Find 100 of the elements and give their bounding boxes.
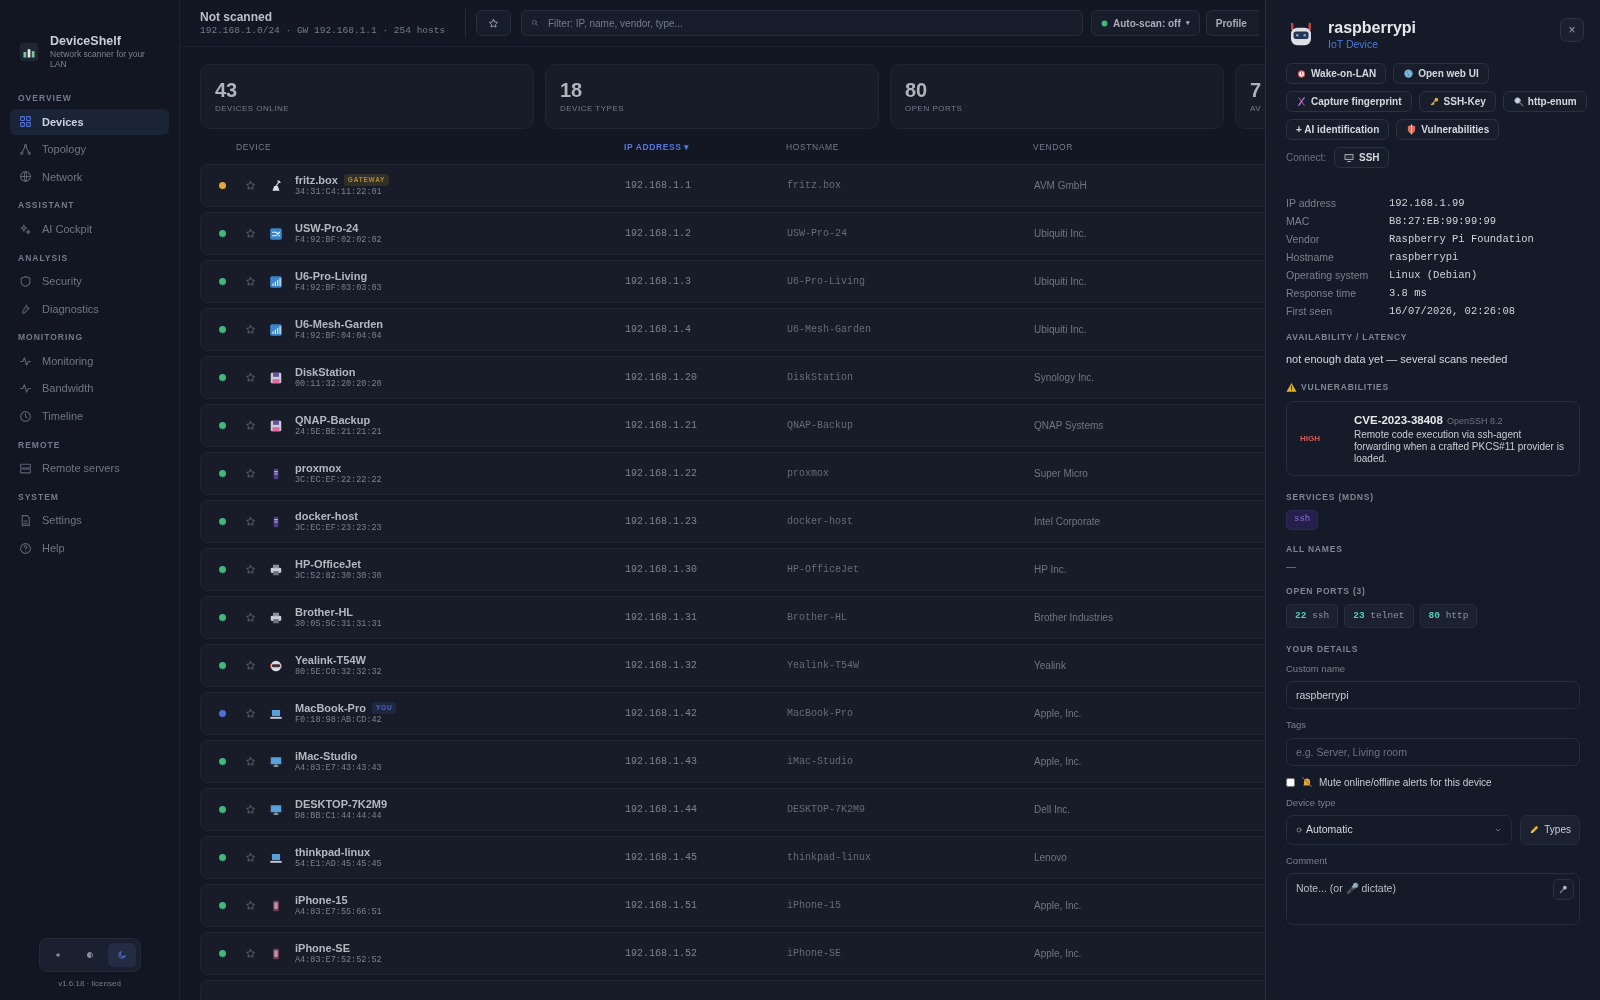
table-row[interactable]: U6-Pro-Living F4:92:BF:03:03:03 192.168.1.3 U6-Pro-Living Ubiquiti Inc.	[200, 260, 1265, 303]
close-button[interactable]: ×	[1560, 18, 1584, 42]
help-icon	[19, 541, 32, 555]
column-header[interactable]: HOSTNAME	[786, 140, 839, 154]
star-icon[interactable]	[245, 900, 256, 911]
star-icon[interactable]	[245, 756, 256, 767]
sidebar-item[interactable]: Remote servers	[10, 455, 169, 482]
star-icon[interactable]	[245, 420, 256, 431]
vendor: Ubiquiti Inc.	[1034, 275, 1088, 289]
star-icon[interactable]	[245, 852, 256, 863]
table-row[interactable]: thinkpad-linux 54:E1:AD:45:45:45 192.168.1.45 thinkpad-linux Lenovo	[200, 836, 1265, 879]
theme-button[interactable]	[107, 943, 136, 967]
input-field[interactable]: e.g. Server, Living room	[1286, 737, 1580, 766]
device-type-select[interactable]: Automatic	[1286, 814, 1513, 845]
table-row[interactable]: QNAP-Backup 24:5E:BE:21:21:21 192.168.1.21 QNAP-Backup QNAP Systems	[200, 404, 1265, 447]
profile-button[interactable]: Profile	[1205, 10, 1259, 36]
table-row[interactable]: iPhone-15 A4:83:E7:55:66:51 192.168.1.51 iPhone-15 Apple, Inc.	[200, 884, 1265, 927]
vendor: AVM GmbH	[1034, 179, 1088, 193]
action-button[interactable]: Open web UI	[1393, 63, 1489, 84]
device-name: thinkpad-linux	[295, 845, 371, 859]
star-icon[interactable]	[245, 612, 256, 623]
column-header[interactable]: DEVICE	[236, 140, 272, 154]
clock-icon	[19, 409, 32, 423]
hostname: QNAP-Backup	[787, 419, 854, 433]
mac-address: F4:92:BF:02:02:02	[295, 234, 383, 246]
detail-value: B8:27:EB:99:99:99	[1389, 214, 1498, 228]
star-icon[interactable]	[245, 516, 256, 527]
vendor: HP Inc.	[1034, 563, 1068, 577]
sidebar-item[interactable]: AI Cockpit	[10, 216, 169, 242]
table-row[interactable]: iMac-Studio A4:83:E7:43:43:43 192.168.1.43 iMac-Studio Apple, Inc.	[200, 740, 1265, 783]
action-button[interactable]: Capture fingerprint	[1286, 91, 1412, 112]
star-icon[interactable]	[245, 564, 256, 575]
detail-label: Response time	[1286, 286, 1358, 300]
comment-field[interactable]: Note... (or 🎤 dictate)	[1286, 873, 1580, 925]
sidebar-item[interactable]: Timeline	[10, 403, 169, 429]
action-button[interactable]: http-enum	[1502, 91, 1587, 112]
action-button[interactable]: Wake-on-LAN	[1286, 63, 1387, 84]
input-field[interactable]: raspberrypi	[1286, 681, 1580, 710]
table-row[interactable]: Yealink-T54W 80:5E:C0:32:32:32 192.168.1.32 Yealink-T54W Yealink	[200, 644, 1265, 687]
section-heading: ALL NAMES	[1286, 542, 1344, 556]
ip-address: 192.168.1.45	[625, 851, 698, 865]
star-icon[interactable]	[245, 708, 256, 719]
table-row[interactable]: USW-Pro-24 F4:92:BF:02:02:02 192.168.1.2 USW-Pro-24 Ubiquiti Inc.	[200, 212, 1265, 255]
field-label: Tags	[1286, 718, 1308, 733]
section-heading: OPEN PORTS (3)	[1286, 585, 1367, 598]
sidebar-item[interactable]: Diagnostics	[10, 295, 169, 322]
action-button[interactable]: + AI identification	[1286, 119, 1390, 140]
filter-field[interactable]: Filter: IP, name, vendor, type...	[521, 10, 1083, 36]
globe-icon	[19, 170, 32, 184]
sidebar-item[interactable]: Network	[10, 163, 169, 190]
table-row[interactable]: HP-OfficeJet 3C:52:82:30:30:30 192.168.1.30 HP-OfficeJet HP Inc.	[200, 548, 1265, 591]
mute-checkbox[interactable]	[1286, 777, 1295, 787]
detail-label: First seen	[1286, 304, 1334, 318]
table-row[interactable]: Brother-HL 30:05:5C:31:31:31 192.168.1.31 Brother-HL Brother Industries	[200, 596, 1265, 639]
types-button[interactable]: Types	[1520, 814, 1580, 845]
stat-label: DEVICES ONLINE	[215, 103, 290, 115]
column-header[interactable]: VENDOR	[1033, 140, 1073, 154]
sidebar-item[interactable]: Settings	[10, 507, 169, 534]
sidebar-item[interactable]: Topology	[10, 136, 169, 163]
sidebar-item[interactable]: Devices	[10, 108, 169, 135]
detail-label: Operating system	[1286, 268, 1370, 282]
hostname: docker-host	[787, 515, 854, 529]
device-name: QNAP-Backup	[295, 413, 371, 427]
table-row[interactable]: DiskStation 00:11:32:20:20:20 192.168.1.20 DiskStation Synology Inc.	[200, 356, 1265, 399]
device-title: raspberrypi	[1328, 18, 1418, 38]
sidebar-item[interactable]: Help	[10, 535, 169, 561]
table-row[interactable]: iPhone-SE A4:83:E7:52:52:52 192.168.1.52 iPhone-SE Apple, Inc.	[200, 932, 1265, 975]
table-row[interactable]: docker-host 3C:EC:EF:23:23:23 192.168.1.23 docker-host Intel Corporate	[200, 500, 1265, 543]
favorites-button[interactable]	[476, 10, 511, 36]
table-row[interactable]: proxmox 3C:EC:EF:22:22:22 192.168.1.22 proxmox Super Micro	[200, 452, 1265, 495]
star-icon[interactable]	[245, 660, 256, 671]
field-label: Custom name	[1286, 662, 1347, 676]
sidebar-item[interactable]: Monitoring	[10, 348, 169, 374]
dictate-button[interactable]	[1553, 879, 1574, 900]
port-tag: 80 http	[1419, 604, 1478, 629]
device-name: MacBook-Pro	[295, 701, 366, 715]
star-icon[interactable]	[245, 228, 256, 239]
star-icon[interactable]	[245, 324, 256, 335]
star-icon[interactable]	[245, 180, 256, 191]
server-icon	[19, 461, 32, 475]
ip-address: 192.168.1.4	[625, 323, 692, 337]
table-row[interactable]: DESKTOP-7K2M9 D8:BB:C1:44:44:44 192.168.1.44 DESKTOP-7K2M9 Dell Inc.	[200, 788, 1265, 831]
star-icon[interactable]	[245, 468, 256, 479]
port-tag: 23 telnet	[1344, 604, 1414, 629]
star-icon[interactable]	[245, 804, 256, 815]
ssh-button[interactable]: SSH	[1334, 147, 1389, 168]
table-row[interactable]: U6-Mesh-Garden F4:92:BF:04:04:04 192.168.1.4 U6-Mesh-Garden Ubiquiti Inc.	[200, 308, 1265, 351]
page-title: Not scanned	[200, 9, 273, 24]
section-heading: ASSISTANT	[17, 199, 76, 212]
stat-value: 80	[905, 79, 928, 101]
star-icon[interactable]	[245, 948, 256, 959]
column-header[interactable]: IP ADDRESS ▾	[624, 140, 691, 154]
action-button[interactable]: Vulnerabilities	[1396, 119, 1500, 140]
action-button[interactable]: SSH-Key	[1418, 91, 1496, 112]
sidebar-item[interactable]: Security	[10, 268, 169, 295]
star-icon[interactable]	[245, 276, 256, 287]
mac-address: A4:83:E7:55:66:51	[295, 906, 383, 918]
star-icon[interactable]	[245, 372, 256, 383]
sidebar-item[interactable]: Bandwidth	[10, 375, 169, 402]
mac-address: A4:83:E7:43:43:43	[295, 762, 383, 774]
